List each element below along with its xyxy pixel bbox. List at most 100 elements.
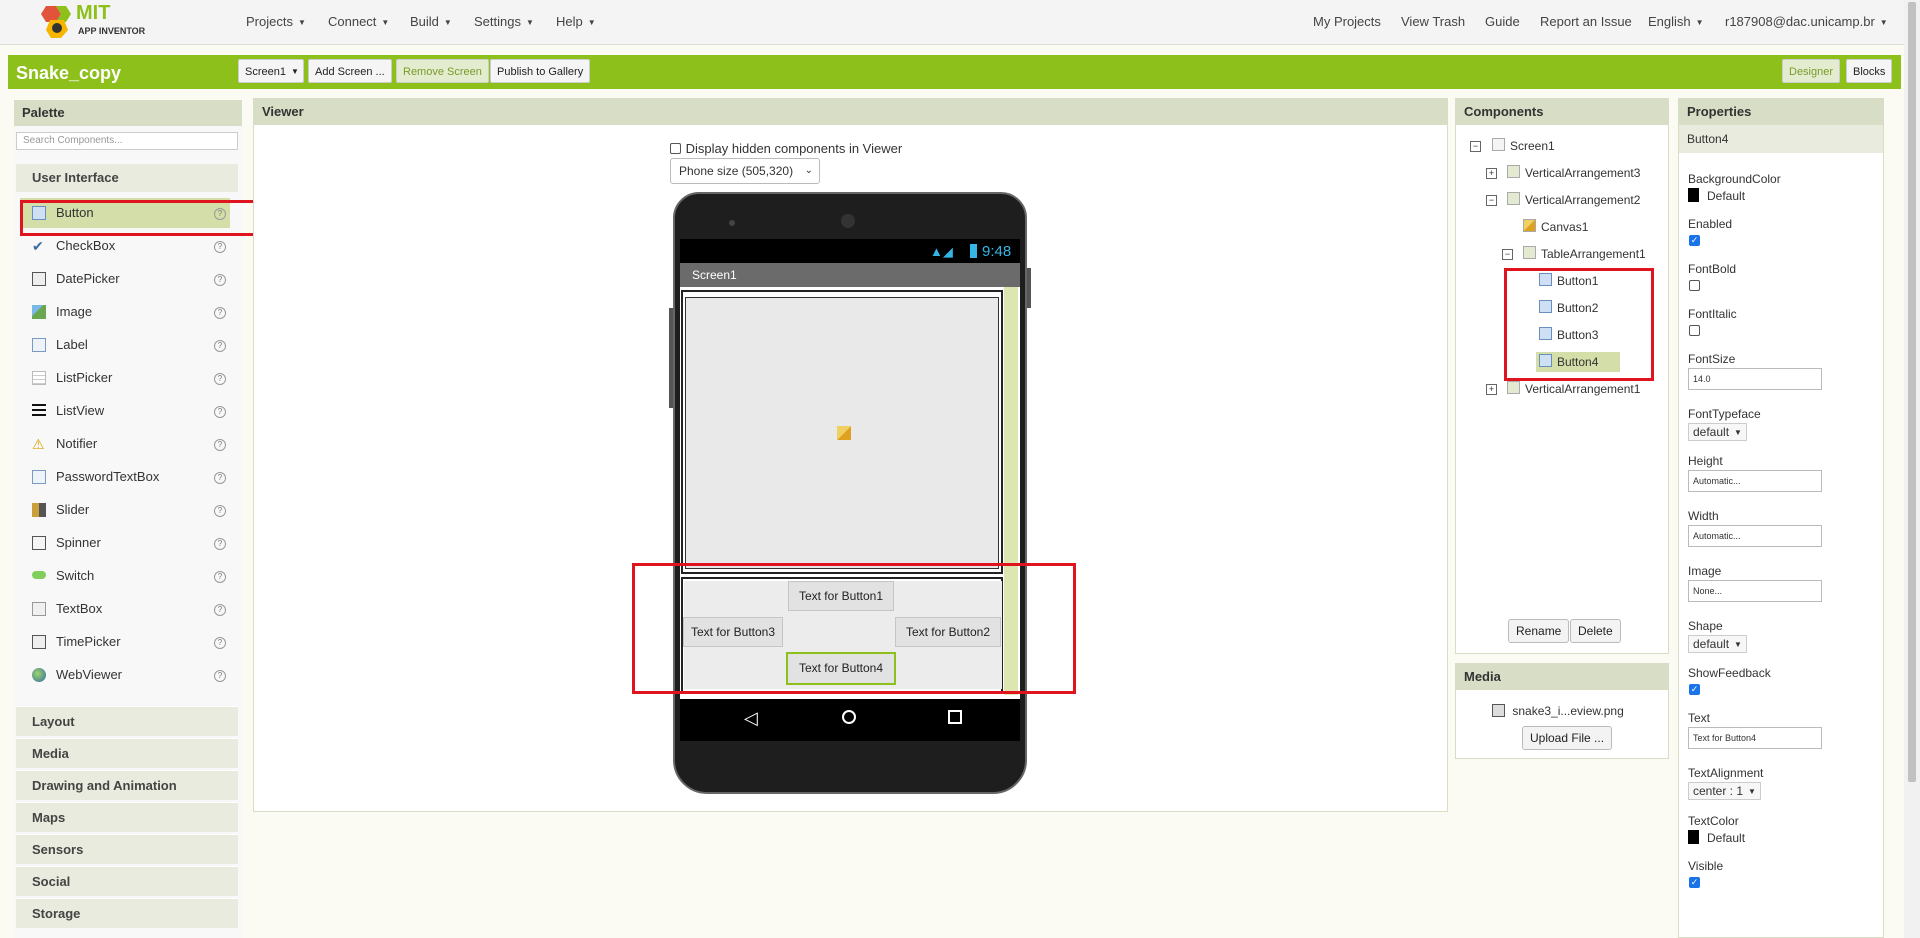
help-icon[interactable]: ? [214,637,226,649]
screen-select-label: Screen1 [245,66,286,78]
canvas1[interactable] [685,297,999,569]
media-file-row[interactable]: snake3_i...eview.png [1492,704,1624,718]
toggle-vertical-arrangement3[interactable]: + [1486,168,1497,179]
help-icon[interactable]: ? [214,406,226,418]
menu-settings[interactable]: Settings ▼ [474,14,534,29]
palette-item-slider[interactable]: Slider ? [20,495,230,525]
toggle-vertical-arrangement2[interactable]: − [1486,195,1497,206]
help-icon[interactable]: ? [214,538,226,550]
vertical-arrangement2[interactable] [681,290,1003,574]
palette-item-listview[interactable]: ListView ? [20,396,230,426]
page-scrollbar-thumb[interactable] [1908,2,1916,782]
prop-fontbold-checkbox[interactable] [1689,280,1700,291]
palette-item-timepicker[interactable]: TimePicker ? [20,627,230,657]
category-drawing-animation[interactable]: Drawing and Animation [16,770,238,800]
highlight-box [20,200,264,236]
designer-button[interactable]: Designer [1782,59,1841,83]
textbox-icon [32,602,46,616]
tree-node-screen1[interactable]: Screen1 [1492,136,1555,156]
tree-node-verticalarrangement2[interactable]: VerticalArrangement2 [1507,190,1640,210]
prop-fontitalic-checkbox[interactable] [1689,325,1700,336]
menu-language[interactable]: English ▼ [1648,14,1704,29]
menu-projects[interactable]: Projects ▼ [246,14,306,29]
blocks-button[interactable]: Blocks [1846,59,1893,83]
chevron-down-icon: ⌄ [804,165,813,176]
prop-fontsize-input[interactable]: 14.0 [1688,368,1822,390]
palette-item-webviewer[interactable]: WebViewer ? [20,660,230,690]
prop-enabled-checkbox[interactable]: ✓ [1689,235,1700,246]
link-report-issue[interactable]: Report an Issue [1540,14,1632,29]
tree-node-verticalarrangement3[interactable]: VerticalArrangement3 [1507,163,1640,183]
upload-file-button[interactable]: Upload File ... [1522,726,1613,750]
phone-size-select[interactable]: Phone size (505,320) ⌄ [670,158,820,184]
canvas-image-icon [837,426,851,440]
rename-button[interactable]: Rename [1508,619,1570,643]
help-icon[interactable]: ? [214,604,226,616]
help-icon[interactable]: ? [214,340,226,352]
search-components-input[interactable]: Search Components... [16,132,238,150]
link-view-trash[interactable]: View Trash [1401,14,1465,29]
palette-item-notifier[interactable]: ⚠ Notifier ? [20,429,230,459]
tree-node-canvas1[interactable]: Canvas1 [1523,217,1588,237]
category-media[interactable]: Media [16,738,238,768]
help-icon[interactable]: ? [214,241,226,253]
menu-connect[interactable]: Connect ▼ [328,14,389,29]
category-social[interactable]: Social [16,866,238,896]
category-layout[interactable]: Layout [16,706,238,736]
app-inventor-logo[interactable]: MIT APP INVENTOR [36,2,166,40]
menu-build[interactable]: Build ▼ [410,14,452,29]
prop-width-input[interactable]: Automatic... [1688,525,1822,547]
help-icon[interactable]: ? [214,472,226,484]
tree-node-verticalarrangement1[interactable]: VerticalArrangement1 [1507,379,1640,399]
help-icon[interactable]: ? [214,307,226,319]
help-icon[interactable]: ? [214,439,226,451]
link-guide[interactable]: Guide [1485,14,1520,29]
prop-textcolor-label: TextColor [1688,814,1739,828]
prop-fontitalic-label: FontItalic [1688,307,1737,321]
remove-screen-button[interactable]: Remove Screen [396,59,489,83]
publish-gallery-button[interactable]: Publish to Gallery [490,59,591,83]
prop-textcolor-picker[interactable]: Default [1688,830,1745,845]
display-hidden-checkbox[interactable] [670,143,681,154]
prop-fonttypeface-dropdown[interactable]: default ▼ [1688,423,1747,441]
menu-user-account[interactable]: r187908@dac.unicamp.br ▼ [1725,14,1888,29]
caret-down-icon: ▼ [1748,786,1756,796]
battery-icon [970,244,977,258]
caret-down-icon: ▼ [381,18,390,28]
palette-item-textbox[interactable]: TextBox ? [20,594,230,624]
palette-item-spinner[interactable]: Spinner ? [20,528,230,558]
tree-node-tablearrangement1[interactable]: TableArrangement1 [1523,244,1646,264]
category-sensors[interactable]: Sensors [16,834,238,864]
toggle-screen1[interactable]: − [1470,141,1481,152]
delete-button[interactable]: Delete [1570,619,1621,643]
prop-shape-dropdown[interactable]: default ▼ [1688,635,1747,653]
palette-item-datepicker[interactable]: DatePicker ? [20,264,230,294]
palette-item-listpicker[interactable]: ListPicker ? [20,363,230,393]
palette-item-switch[interactable]: Switch ? [20,561,230,591]
prop-showfeedback-checkbox[interactable]: ✓ [1689,684,1700,695]
palette-item-passwordtextbox[interactable]: PasswordTextBox ? [20,462,230,492]
prop-image-input[interactable]: None... [1688,580,1822,602]
help-icon[interactable]: ? [214,670,226,682]
palette-item-label[interactable]: Label ? [20,330,230,360]
list-icon [32,371,46,385]
category-user-interface[interactable]: User Interface [16,164,238,192]
prop-height-input[interactable]: Automatic... [1688,470,1822,492]
category-storage[interactable]: Storage [16,898,238,928]
screen-select-dropdown[interactable]: Screen1 ▼ [238,59,304,83]
help-icon[interactable]: ? [214,274,226,286]
link-my-projects[interactable]: My Projects [1313,14,1381,29]
help-icon[interactable]: ? [214,373,226,385]
prop-text-input[interactable]: Text for Button4 [1688,727,1822,749]
category-maps[interactable]: Maps [16,802,238,832]
toggle-vertical-arrangement1[interactable]: + [1486,384,1497,395]
toggle-table-arrangement1[interactable]: − [1502,249,1513,260]
prop-textalignment-dropdown[interactable]: center : 1 ▼ [1688,782,1761,800]
prop-backgroundcolor-picker[interactable]: Default [1688,188,1745,203]
add-screen-button[interactable]: Add Screen ... [308,59,392,83]
help-icon[interactable]: ? [214,505,226,517]
palette-item-image[interactable]: Image ? [20,297,230,327]
menu-help[interactable]: Help ▼ [556,14,596,29]
help-icon[interactable]: ? [214,571,226,583]
prop-visible-checkbox[interactable]: ✓ [1689,877,1700,888]
